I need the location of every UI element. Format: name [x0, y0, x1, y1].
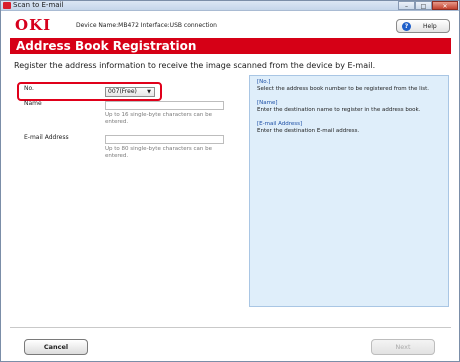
- instruction-text: Register the address information to rece…: [14, 61, 376, 70]
- scan-to-email-window: Scan to E-mail – □ ✕ OKI Device Name:MB4…: [0, 0, 460, 362]
- help-icon: ?: [402, 22, 411, 31]
- number-select-value: 007(Free): [108, 88, 137, 95]
- name-label: Name: [24, 100, 42, 107]
- window-title: Scan to E-mail: [13, 1, 64, 9]
- help-no-text: Select the address book number to be reg…: [257, 86, 429, 92]
- email-label: E-mail Address: [24, 134, 69, 141]
- device-info: Device Name:MB472 Interface:USB connecti…: [76, 22, 217, 29]
- name-hint: Up to 16 single-byte characters can be e…: [105, 112, 213, 125]
- help-button[interactable]: ? Help: [396, 19, 450, 33]
- help-email-text: Enter the destination E-mail address.: [257, 128, 360, 134]
- oki-logo: OKI: [15, 16, 52, 34]
- help-panel: [No.] Select the address book number to …: [249, 75, 449, 307]
- chevron-down-icon: ▼: [147, 89, 151, 95]
- minimize-button[interactable]: –: [398, 1, 415, 10]
- maximize-button[interactable]: □: [415, 1, 432, 10]
- close-button[interactable]: ✕: [432, 1, 458, 10]
- header: OKI Device Name:MB472 Interface:USB conn…: [1, 12, 459, 38]
- next-button[interactable]: Next: [371, 339, 435, 355]
- title-bar: Scan to E-mail – □ ✕: [1, 1, 459, 11]
- number-label: No.: [24, 85, 34, 92]
- help-no-title: [No.]: [257, 79, 271, 85]
- number-select[interactable]: 007(Free) ▼: [105, 87, 155, 97]
- cancel-button[interactable]: Cancel: [24, 339, 88, 355]
- help-email-title: [E-mail Address]: [257, 121, 303, 127]
- help-name-title: [Name]: [257, 100, 278, 106]
- footer-divider: [10, 327, 451, 328]
- page-title: Address Book Registration: [16, 39, 197, 53]
- help-name-text: Enter the destination name to register i…: [257, 107, 421, 113]
- email-hint: Up to 80 single-byte characters can be e…: [105, 146, 213, 159]
- help-label: Help: [423, 23, 437, 30]
- email-input[interactable]: [105, 135, 224, 144]
- name-input[interactable]: [105, 101, 224, 110]
- app-icon: [3, 2, 11, 9]
- page-title-banner: Address Book Registration: [10, 38, 451, 54]
